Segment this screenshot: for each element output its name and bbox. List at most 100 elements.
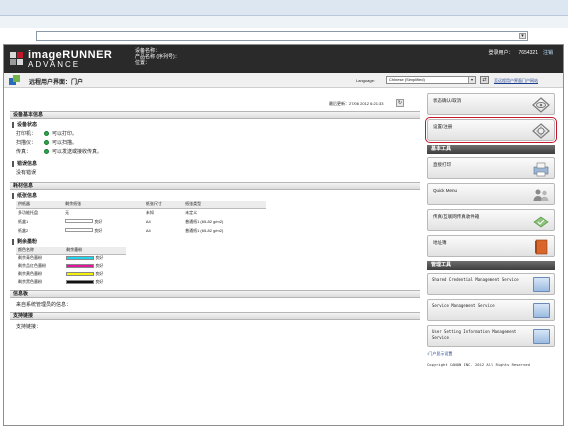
status-monitor-button[interactable]: 状态确认/取消 xyxy=(427,93,555,115)
device-info: 设备名称： 产品名称 (序列号)： 位置： xyxy=(135,48,180,66)
toner-level-cell: 良好 xyxy=(64,254,126,262)
last-update: 最后更新：27/06 2012 6:21:33 xyxy=(329,101,384,106)
message-board-value: 来自系统管理员的信息： xyxy=(16,302,72,308)
status-value: 可以打印。 xyxy=(52,131,78,137)
table-row: 剩余品红色墨粉 良好 xyxy=(16,262,126,270)
paper-remaining: 无 xyxy=(65,209,70,215)
subsection-toner: 剩余墨粉 xyxy=(12,239,420,245)
toner-color-bar xyxy=(66,263,95,268)
toner-name: 剩余黑色墨粉 xyxy=(18,279,42,284)
settings-registration-button[interactable]: 设置/注册 xyxy=(425,117,557,143)
user-setting-service-label: User Setting Information Management Serv… xyxy=(432,329,517,340)
status-ok-icon xyxy=(44,149,49,155)
location-label: 位置： xyxy=(135,60,151,66)
refresh-icon: ↻ xyxy=(397,100,403,106)
settings-registration-label: 设置/注册 xyxy=(433,124,453,129)
section-message-board: 信息板 xyxy=(10,290,420,298)
toner-color-bar xyxy=(66,256,95,261)
paper-source: 纸盒1 xyxy=(18,218,29,224)
quick-menu-label: Quick Menu xyxy=(433,188,458,193)
shared-credential-service-label: Shared Credential Management Service xyxy=(432,277,519,282)
table-header-row: 供纸器 剩余纸张 纸张尺寸 纸张类型 xyxy=(16,201,266,209)
table-row: 剩余青色墨粉 良好 xyxy=(16,254,126,262)
status-value: 可以发送或接收传真。 xyxy=(52,149,103,155)
support-links-value: 支持链接： xyxy=(16,324,42,330)
address-dropdown-icon[interactable]: ▾ xyxy=(519,33,526,39)
login-user-value: 7654321 xyxy=(518,50,538,56)
portal-display-settings-link[interactable]: ▫门户显示设置 xyxy=(427,351,557,357)
service-management-service-button[interactable]: Service Management Service xyxy=(427,299,555,321)
toner-level-cell: 良好 xyxy=(64,270,126,278)
service-screen-icon xyxy=(533,303,550,318)
toner-name: 剩余黄色墨粉 xyxy=(18,271,42,276)
users-icon xyxy=(533,189,549,201)
user-setting-service-button[interactable]: User Setting Information Management Serv… xyxy=(427,325,555,347)
toner-level: 良好 xyxy=(95,263,104,268)
paper-remaining: 良好 xyxy=(94,227,103,233)
error-value: 没有错误 xyxy=(16,170,37,176)
status-row-scanner: 扫描仪： 可以扫描。 xyxy=(10,139,420,148)
language-select[interactable]: Chinese (Simplified) ▾ xyxy=(386,76,476,84)
quick-menu-button[interactable]: Quick Menu xyxy=(427,183,555,205)
toner-table: 颜色名称 剩余墨粉 剩余青色墨粉 良好 剩余品红色墨粉 良好 剩余黄色墨粉 良好… xyxy=(16,247,126,286)
table-row: 纸盒1 良好 A4 普通纸1 (65-82 g/m2) xyxy=(16,217,266,226)
subsection-device-status: 设备状态 xyxy=(12,122,420,128)
column-header: 纸张类型 xyxy=(183,201,266,209)
paper-remaining: 良好 xyxy=(94,218,103,224)
toner-level-cell: 良好 xyxy=(64,262,126,270)
paper-remaining-cell: 良好 xyxy=(63,226,144,235)
paper-size: A4 xyxy=(145,228,151,233)
chevron-down-icon: ▾ xyxy=(468,77,475,83)
toner-name: 剩余品红色墨粉 xyxy=(18,263,46,268)
refresh-button[interactable]: ↻ xyxy=(396,99,404,107)
brand-subname: ADVANCE xyxy=(28,60,81,69)
paper-size: A4 xyxy=(145,219,151,224)
column-header: 颜色名称 xyxy=(16,247,65,255)
status-label: 扫描仪： xyxy=(16,140,37,146)
settings-gear-icon xyxy=(532,123,550,139)
paper-remaining-cell: 良好 xyxy=(63,217,144,226)
header-bar: imageRUNNER ADVANCE 设备名称： 产品名称 (序列号)： 位置… xyxy=(4,45,563,73)
fax-inbox-label: 传真/互联网传真收件箱 xyxy=(433,214,480,219)
management-tools-heading: 管理工具 xyxy=(427,261,555,270)
basic-tools-heading: 基本工具 xyxy=(427,145,555,154)
copyright: Copyright CANON INC. 2012 All Rights Res… xyxy=(427,362,530,367)
address-book-label: 地址簿 xyxy=(433,240,447,245)
direct-print-button[interactable]: 直接打印 xyxy=(427,157,555,179)
sidebar: 状态确认/取消 设置/注册 基本工具 直接打印 Quick Menu 传真/互联… xyxy=(425,93,557,367)
subsection-error-info: 错误信息 xyxy=(12,161,420,167)
language-apply-button[interactable]: ⇄ xyxy=(480,76,489,84)
address-bar[interactable]: ▾ xyxy=(36,31,528,41)
printer-icon xyxy=(533,162,549,177)
paper-level-indicator xyxy=(65,219,94,224)
section-device-basic: 设备基本信息 xyxy=(10,111,420,119)
remote-ui-icon xyxy=(9,75,20,85)
subsection-paper-info: 纸张信息 xyxy=(12,193,420,199)
address-book-button[interactable]: 地址簿 xyxy=(427,235,555,257)
page-titlebar: 远程用户界面：门户 Language: Chinese (Simplified)… xyxy=(4,73,563,88)
portal-site-link[interactable]: 至远程用户界面门户网站 xyxy=(494,78,538,84)
eye-icon xyxy=(532,97,550,113)
toner-name: 剩余青色墨粉 xyxy=(18,255,42,261)
cube-logo-icon xyxy=(10,52,23,65)
status-value: 可以扫描。 xyxy=(52,140,78,146)
table-row: 剩余黄色墨粉 良好 xyxy=(16,270,126,278)
status-monitor-label: 状态确认/取消 xyxy=(433,98,462,103)
fax-inbox-button[interactable]: 传真/互联网传真收件箱 xyxy=(427,209,555,231)
paper-source: 多功能托盘 xyxy=(18,209,38,215)
status-row-fax: 传真： 可以发送或接收传真。 xyxy=(10,148,420,157)
direct-print-label: 直接打印 xyxy=(433,162,451,167)
toner-level-cell: 良好 xyxy=(64,278,126,286)
language-value: Chinese (Simplified) xyxy=(389,77,425,82)
column-header: 纸张尺寸 xyxy=(143,201,184,209)
toner-color-bar xyxy=(66,271,95,276)
paper-table: 供纸器 剩余纸张 纸张尺寸 纸张类型 多功能托盘 无 未知 未定义 纸盒1 良好… xyxy=(16,201,266,235)
remote-ui-frame: imageRUNNER ADVANCE 设备名称： 产品名称 (序列号)： 位置… xyxy=(3,44,564,426)
status-label: 传真： xyxy=(16,149,32,155)
portal-display-settings-label: 门户显示设置 xyxy=(428,351,453,356)
service-screen-icon xyxy=(533,329,550,344)
logout-link[interactable]: 注销 xyxy=(543,50,553,56)
shared-credential-service-button[interactable]: Shared Credential Management Service xyxy=(427,273,555,295)
table-row: 多功能托盘 无 未知 未定义 xyxy=(16,208,266,217)
toner-level: 良好 xyxy=(95,279,104,284)
